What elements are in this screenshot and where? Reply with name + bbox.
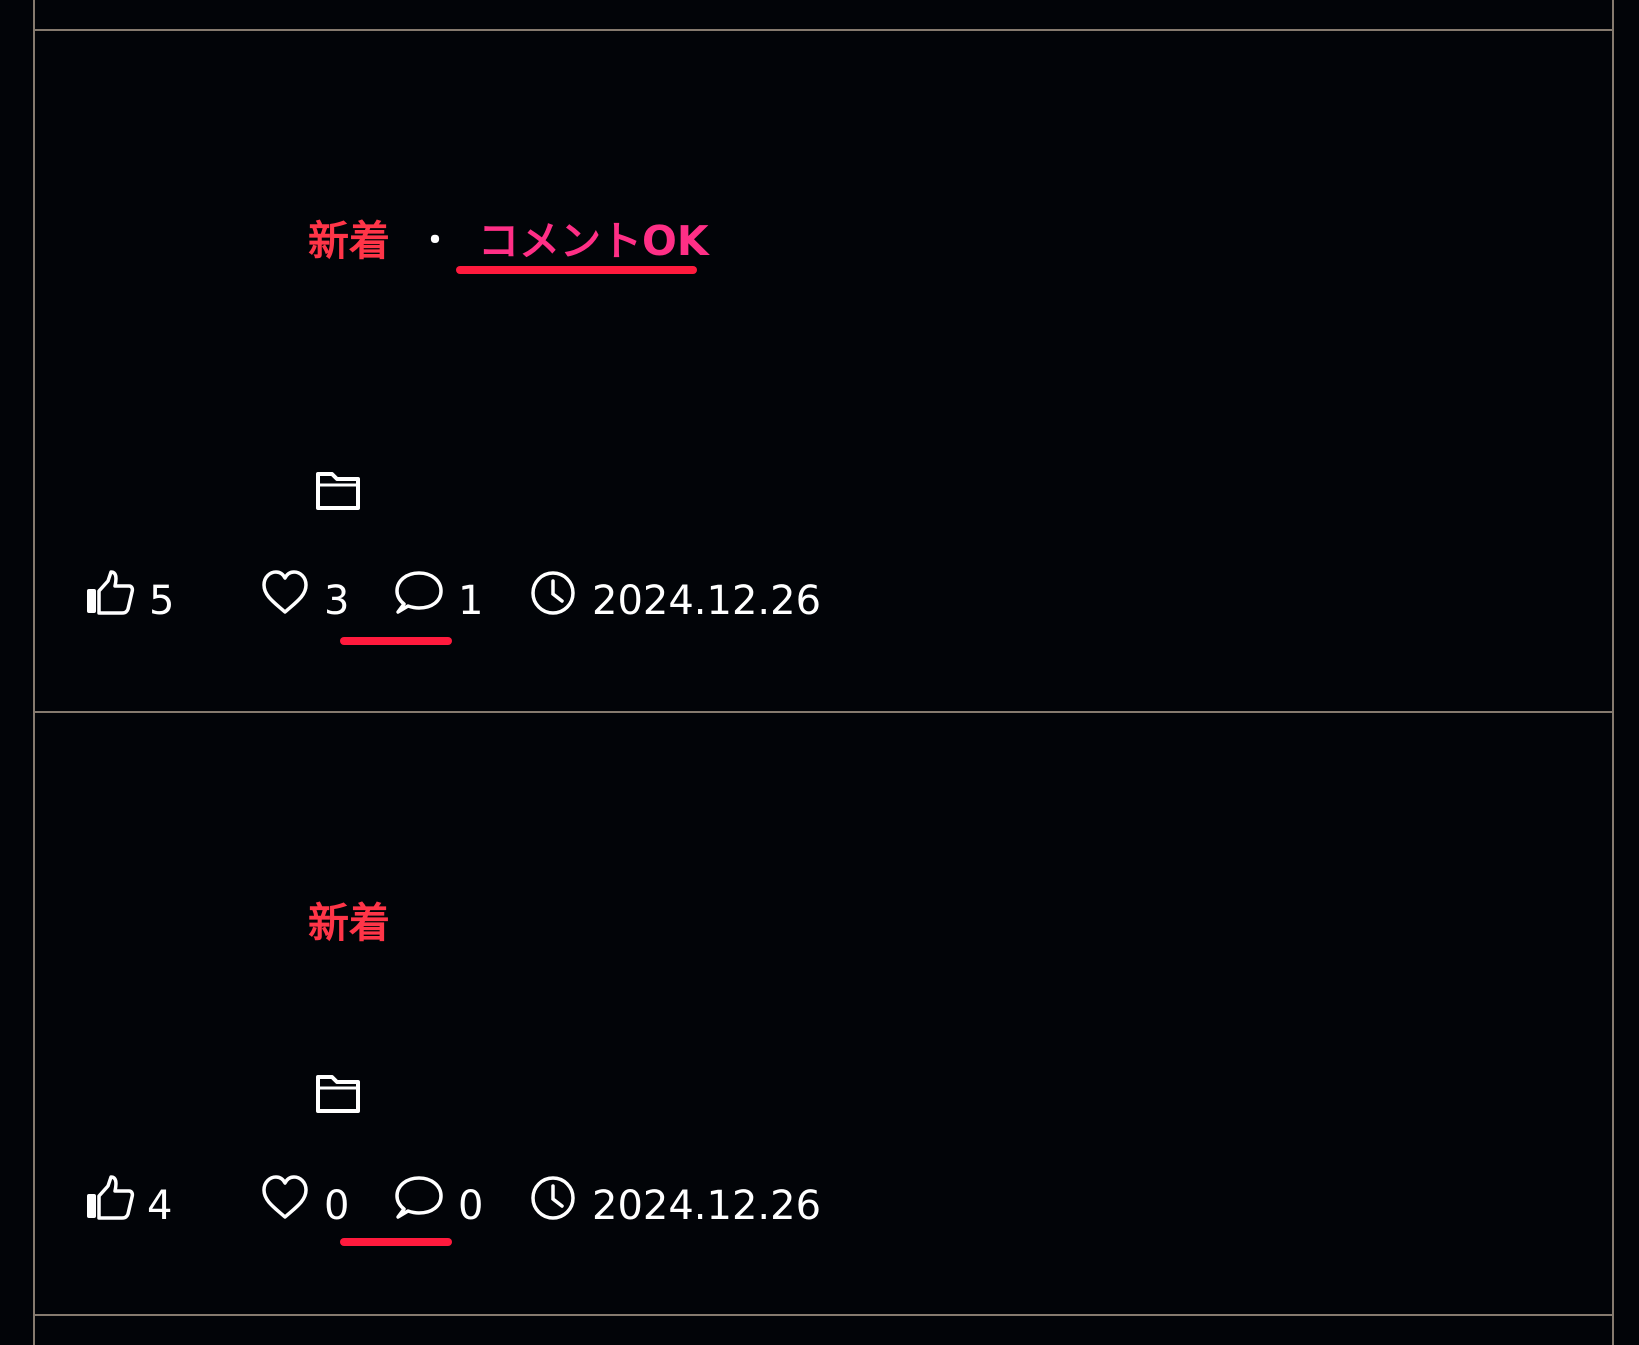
favorite-count: 3 [324, 578, 350, 624]
favorite-count: 0 [324, 1183, 350, 1229]
tag-comment-ok[interactable]: コメントOK [478, 207, 709, 267]
highlight-underline [340, 1238, 452, 1246]
folder-icon[interactable] [314, 468, 362, 512]
folder-icon[interactable] [314, 1071, 362, 1115]
thumbs-up-icon [87, 1175, 135, 1220]
thumbs-up-icon [87, 570, 135, 615]
comment-count: 0 [458, 1183, 484, 1229]
clock-icon [531, 571, 575, 615]
heart-icon [262, 1175, 308, 1219]
highlight-underline [456, 266, 697, 274]
highlight-underline [340, 637, 452, 645]
post-tags: 新着 ・ コメントOK [308, 207, 709, 267]
tag-new[interactable]: 新着 [308, 889, 390, 949]
tag-new[interactable]: 新着 [308, 207, 390, 267]
comment-icon [395, 571, 443, 614]
like-count: 4 [147, 1183, 173, 1229]
heart-icon [262, 570, 308, 614]
post-date: 2024.12.26 [592, 1183, 822, 1229]
post-date: 2024.12.26 [592, 578, 822, 624]
post-card[interactable]: 新着 ・ コメントOK 5 3 1 2024.12.26 [35, 31, 1612, 711]
comment-icon [395, 1176, 443, 1219]
like-count: 5 [149, 578, 175, 624]
clock-icon [531, 1176, 575, 1220]
post-card[interactable]: 新着 4 0 0 2024.12.26 [35, 713, 1612, 1314]
comment-count: 1 [458, 578, 484, 624]
divider [33, 1314, 1614, 1316]
post-tags: 新着 [308, 889, 390, 949]
tag-separator: ・ [418, 220, 452, 261]
